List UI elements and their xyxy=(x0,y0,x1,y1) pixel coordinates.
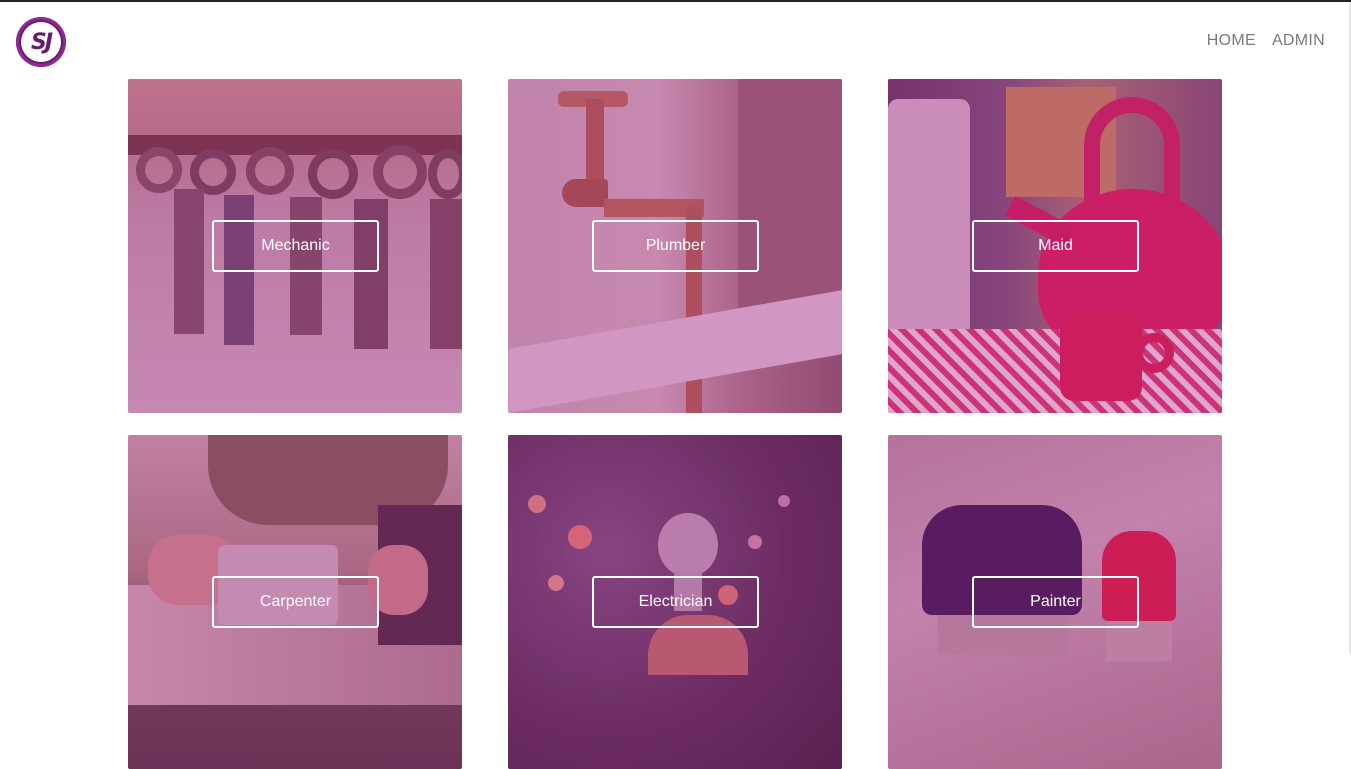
window-top-border xyxy=(0,0,1351,2)
logo-text: SJ xyxy=(21,22,61,62)
plumber-button[interactable]: Plumber xyxy=(592,220,759,272)
service-card-carpenter[interactable]: Carpenter xyxy=(128,435,462,769)
service-card-painter[interactable]: Painter xyxy=(888,435,1222,769)
logo[interactable]: SJ xyxy=(16,17,66,67)
service-card-plumber[interactable]: Plumber xyxy=(508,79,842,413)
mechanic-button[interactable]: Mechanic xyxy=(212,220,379,272)
electrician-button[interactable]: Electrician xyxy=(592,576,759,628)
maid-button[interactable]: Maid xyxy=(972,220,1139,272)
top-nav: HOME ADMIN xyxy=(1207,32,1325,50)
carpenter-button[interactable]: Carpenter xyxy=(212,576,379,628)
nav-admin-link[interactable]: ADMIN xyxy=(1272,32,1325,50)
service-card-mechanic[interactable]: Mechanic xyxy=(128,79,462,413)
service-card-maid[interactable]: Maid xyxy=(888,79,1222,413)
nav-home-link[interactable]: HOME xyxy=(1207,32,1256,50)
painter-button[interactable]: Painter xyxy=(972,576,1139,628)
service-card-electrician[interactable]: Electrician xyxy=(508,435,842,769)
